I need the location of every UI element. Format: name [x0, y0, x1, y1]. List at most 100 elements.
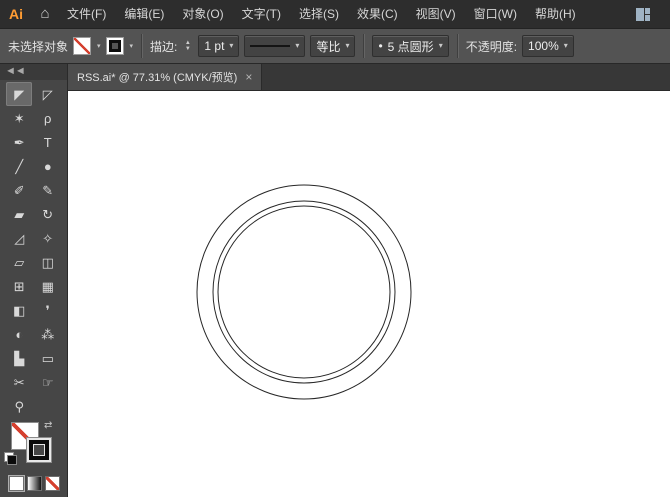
app-logo[interactable]: Ai	[0, 0, 32, 28]
perspective-grid-icon: ⊞	[13, 278, 25, 294]
hand-icon: ☞	[41, 374, 54, 390]
direct-selection-tool[interactable]: ◸	[35, 82, 61, 106]
stroke-dropdown-arrow-icon[interactable]: ▾	[130, 42, 134, 50]
direct-selection-arrow-icon: ◸	[42, 86, 53, 102]
pencil-icon: ✎	[42, 182, 54, 198]
rotate-icon: ↻	[42, 206, 54, 222]
stepper-up-icon[interactable]: ▲	[182, 40, 193, 46]
color-button[interactable]	[8, 475, 25, 492]
lasso-tool[interactable]: ρ	[35, 106, 61, 130]
document-tab-title: RSS.ai* @ 77.31% (CMYK/预览)	[77, 72, 238, 84]
brush-dot-icon: •	[378, 39, 383, 53]
artboard-tool[interactable]: ▭	[35, 346, 61, 370]
type-icon: T	[43, 134, 52, 150]
free-transform-tool[interactable]: ▱	[6, 250, 32, 274]
stroke-swatch[interactable]	[26, 437, 52, 463]
gradient-tool[interactable]: ◧	[6, 298, 32, 322]
artboard-icon: ▭	[41, 350, 54, 366]
fill-stroke-indicator: ⇄	[0, 420, 67, 470]
slice-icon: ✂	[13, 374, 25, 390]
stroke-color-swatch[interactable]	[105, 37, 124, 55]
fill-dropdown-arrow-icon[interactable]: ▾	[97, 42, 101, 50]
slice-tool[interactable]: ✂	[6, 370, 32, 394]
artwork-svg	[196, 184, 412, 400]
magic-wand-tool[interactable]: ✶	[6, 106, 32, 130]
object-menu[interactable]: 对象(O)	[173, 0, 232, 28]
help-menu[interactable]: 帮助(H)	[526, 0, 585, 28]
shape-builder-icon: ◫	[41, 254, 54, 270]
blend-icon: ◐	[15, 326, 24, 342]
circle-path[interactable]	[217, 205, 391, 379]
brush-definition-select[interactable]: • 5 点圆形 ▾	[372, 35, 449, 57]
selection-arrow-icon: ◤	[14, 86, 25, 102]
stroke-weight-select[interactable]: 1 pt ▾	[198, 35, 240, 57]
paintbrush-tool[interactable]: ✐	[6, 178, 32, 202]
circle-path[interactable]	[212, 200, 396, 384]
illustrator-window: Ai ⌂ 文件(F) 编辑(E) 对象(O) 文字(T) 选择(S) 效果(C) 视图(V)…	[0, 0, 670, 497]
mesh-tool[interactable]: ▦	[35, 274, 61, 298]
paint-mode-buttons	[0, 470, 67, 492]
selection-tool[interactable]: ◤	[6, 82, 33, 106]
lasso-icon: ρ	[44, 110, 52, 126]
fill-color-swatch[interactable]	[73, 37, 92, 55]
symbol-sprayer-icon: ⁂	[41, 326, 55, 342]
stroke-weight-stepper[interactable]: ▲ ▼	[182, 40, 193, 52]
close-tab-icon[interactable]: ×	[245, 70, 252, 84]
type-menu[interactable]: 文字(T)	[233, 0, 290, 28]
gradient-button[interactable]	[27, 476, 42, 491]
rotate-tool[interactable]: ↻	[35, 202, 61, 226]
type-tool[interactable]: T	[35, 130, 61, 154]
document-tab[interactable]: RSS.ai* @ 77.31% (CMYK/预览) ×	[68, 64, 263, 90]
workspace-grid-icon	[636, 7, 650, 21]
view-menu[interactable]: 视图(V)	[407, 0, 465, 28]
edit-menu[interactable]: 编辑(E)	[115, 0, 173, 28]
eraser-icon: ▰	[14, 206, 25, 222]
width-profile-select[interactable]: 等比 ▾	[310, 35, 356, 57]
home-icon[interactable]: ⌂	[32, 0, 58, 28]
symbol-sprayer-tool[interactable]: ⁂	[35, 322, 61, 346]
workspace-switcher-icon[interactable]	[628, 0, 658, 28]
width-tool[interactable]: ✧	[35, 226, 61, 250]
separator	[456, 34, 458, 58]
zoom-tool[interactable]: ⚲	[6, 394, 32, 418]
collapse-panel-icon[interactable]: ◄◄	[0, 64, 67, 80]
pen-tool[interactable]: ✒	[6, 130, 32, 154]
stroke-weight-value: 1 pt	[204, 39, 225, 53]
opacity-value: 100%	[528, 39, 559, 53]
default-fill-stroke-icon[interactable]	[4, 452, 17, 465]
window-menu[interactable]: 窗口(W)	[465, 0, 526, 28]
perspective-grid-tool[interactable]: ⊞	[6, 274, 32, 298]
shape-builder-tool[interactable]: ◫	[35, 250, 61, 274]
selection-status: 未选择对象	[8, 39, 69, 54]
eyedropper-icon: ❜	[45, 302, 50, 318]
effect-menu[interactable]: 效果(C)	[348, 0, 407, 28]
pencil-tool[interactable]: ✎	[35, 178, 61, 202]
stroke-style-select[interactable]: ▾	[244, 35, 306, 57]
scale-tool[interactable]: ◿	[6, 226, 32, 250]
document-tab-bar: RSS.ai* @ 77.31% (CMYK/预览) ×	[68, 64, 670, 91]
paintbrush-icon: ✐	[13, 182, 25, 198]
column-graph-tool[interactable]: ▙	[6, 346, 32, 370]
free-transform-icon: ▱	[14, 254, 25, 270]
eyedropper-tool[interactable]: ❜	[35, 298, 61, 322]
brush-definition-value: 5 点圆形	[387, 39, 434, 54]
scale-icon: ◿	[14, 230, 25, 246]
tools-grid: ◤ ◸ ✶ ρ ✒ T ╱ ● ✐ ✎ ▰ ↻ ◿ ✧ ▱ ◫ ⊞ ▦ ◧ ❜ ◐ ⁂ ▙ ▭ ✂ ☞ ⚲	[0, 80, 67, 418]
hand-tool[interactable]: ☞	[35, 370, 61, 394]
gradient-icon: ◧	[13, 302, 26, 318]
line-segment-tool[interactable]: ╱	[6, 154, 32, 178]
canvas[interactable]	[68, 91, 670, 497]
none-button[interactable]	[45, 476, 60, 491]
blend-tool[interactable]: ◐	[6, 322, 32, 346]
file-menu[interactable]: 文件(F)	[58, 0, 115, 28]
eraser-tool[interactable]: ▰	[6, 202, 32, 226]
chevron-down-icon: ▾	[295, 41, 300, 50]
opacity-select[interactable]: 100% ▾	[522, 35, 574, 57]
ellipse-icon: ●	[43, 158, 52, 174]
select-menu[interactable]: 选择(S)	[290, 0, 348, 28]
circle-path[interactable]	[196, 184, 412, 400]
zoom-icon: ⚲	[14, 398, 25, 414]
swap-fill-stroke-icon[interactable]: ⇄	[44, 420, 52, 431]
stepper-down-icon[interactable]: ▼	[182, 46, 193, 52]
ellipse-tool[interactable]: ●	[35, 154, 61, 178]
